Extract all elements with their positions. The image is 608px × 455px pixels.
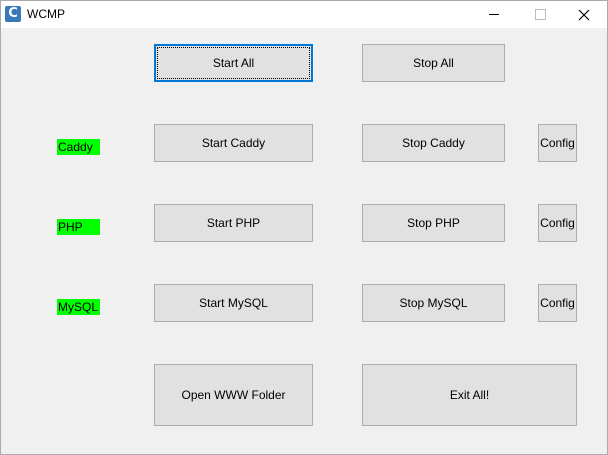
exit-all-button[interactable]: Exit All! <box>362 364 577 426</box>
maximize-icon <box>534 9 546 20</box>
start-mysql-button[interactable]: Start MySQL <box>154 284 313 322</box>
config-mysql-button[interactable]: Config <box>538 284 577 322</box>
start-caddy-label: Start Caddy <box>201 136 266 150</box>
stop-php-label: Stop PHP <box>407 216 460 230</box>
open-www-folder-label: Open WWW Folder <box>181 388 286 402</box>
stop-php-button[interactable]: Stop PHP <box>362 204 505 242</box>
status-caddy: Caddy <box>57 139 100 155</box>
start-caddy-button[interactable]: Start Caddy <box>154 124 313 162</box>
stop-caddy-label: Stop Caddy <box>402 136 465 150</box>
status-php: PHP <box>57 219 100 235</box>
stop-all-label: Stop All <box>413 56 454 70</box>
title-bar[interactable]: C WCMP <box>1 1 607 28</box>
open-www-folder-button[interactable]: Open WWW Folder <box>154 364 313 426</box>
status-mysql: MySQL <box>57 299 100 315</box>
stop-mysql-button[interactable]: Stop MySQL <box>362 284 505 322</box>
start-all-button[interactable]: Start All <box>154 44 313 82</box>
minimize-button[interactable] <box>471 1 517 28</box>
config-php-label: Config <box>540 216 575 230</box>
close-icon <box>578 9 590 20</box>
app-window: C WCMP Start All Stop All Caddy Start Ca… <box>0 0 608 455</box>
minimize-icon <box>489 14 499 15</box>
start-php-label: Start PHP <box>206 216 261 230</box>
window-title: WCMP <box>27 7 65 21</box>
start-mysql-label: Start MySQL <box>199 296 268 310</box>
exit-all-label: Exit All! <box>449 388 490 402</box>
focus-rectangle <box>157 47 310 79</box>
stop-caddy-button[interactable]: Stop Caddy <box>362 124 505 162</box>
config-caddy-button[interactable]: Config <box>538 124 577 162</box>
maximize-button[interactable] <box>517 1 563 28</box>
config-caddy-label: Config <box>540 136 575 150</box>
stop-all-button[interactable]: Stop All <box>362 44 505 82</box>
stop-mysql-label: Stop MySQL <box>399 296 468 310</box>
app-logo-icon: C <box>5 6 21 22</box>
start-php-button[interactable]: Start PHP <box>154 204 313 242</box>
config-php-button[interactable]: Config <box>538 204 577 242</box>
config-mysql-label: Config <box>540 296 575 310</box>
close-button[interactable] <box>561 1 607 28</box>
